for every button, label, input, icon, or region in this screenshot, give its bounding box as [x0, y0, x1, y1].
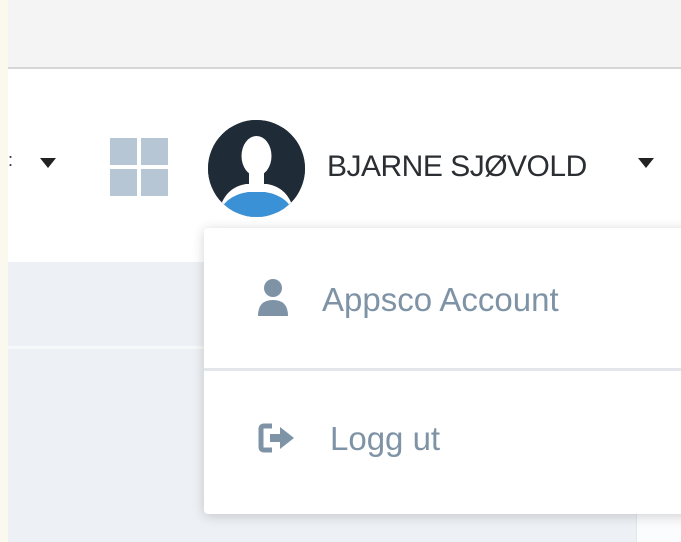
- caret-down-icon[interactable]: [638, 158, 654, 168]
- top-bar: [8, 0, 681, 69]
- truncated-menu-text: :: [8, 150, 14, 170]
- avatar[interactable]: [208, 120, 305, 217]
- sign-out-icon: [258, 423, 294, 453]
- menu-item-logout[interactable]: Logg ut: [204, 371, 681, 511]
- chevron-down-icon[interactable]: [40, 158, 56, 168]
- grid-icon[interactable]: [110, 138, 168, 196]
- user-menu-dropdown: Appsco Account Logg ut: [204, 228, 681, 514]
- user-icon: [258, 279, 288, 316]
- menu-item-label: Logg ut: [330, 420, 441, 457]
- user-silhouette-icon: [208, 120, 305, 217]
- menu-item-label: Appsco Account: [322, 281, 559, 318]
- user-name[interactable]: BJARNE SJØVOLD: [327, 150, 587, 184]
- menu-item-appsco-account[interactable]: Appsco Account: [204, 228, 681, 368]
